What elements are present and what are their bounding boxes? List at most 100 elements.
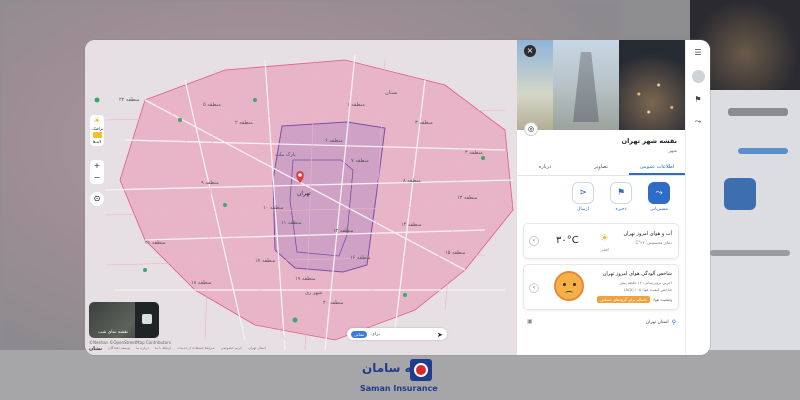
sun-icon[interactable]: ☀ — [92, 117, 102, 125]
map-footer: نشان توسعه دهندگان درباره ما ارتباط با م… — [89, 346, 266, 352]
map-label: منطقه ۵ — [203, 102, 221, 108]
air-quality-face-icon — [554, 271, 584, 301]
air-index: شاخص کیفیت هوا: ۱۰۵ (AQI) — [624, 287, 672, 292]
layers-label[interactable]: لایه‌ها — [92, 139, 102, 144]
right-rail: ☰ ⚑ ⤳ — [685, 40, 710, 355]
map-label: منطقه ۲۲ — [119, 97, 140, 103]
map-label: منطقه ۱۰ — [263, 205, 284, 211]
footer-link[interactable]: استان تهران — [248, 346, 266, 352]
footer-link[interactable]: درباره ما — [136, 346, 149, 352]
night-map-thumbnail[interactable]: نقشه نمای شب — [89, 302, 159, 338]
weather-card[interactable]: آب و هوای امروز تهران دمای محسوس: ۲۲°C ☀… — [523, 223, 679, 259]
zoom-in-button[interactable]: + — [94, 160, 101, 172]
map-label: منطقه ۱۱ — [281, 220, 302, 226]
footer-link[interactable]: شرایط استفاده از خدمات — [177, 346, 215, 352]
close-icon[interactable]: × — [524, 45, 536, 57]
saman-insurance-logo: بیمه سامان Saman Insurance — [358, 358, 446, 398]
map-label: منطقه ۱۵ — [445, 250, 466, 256]
action-buttons: ⤳ مسیریابی ⚑ ذخیره ⋖ ارسال — [517, 182, 685, 212]
air-status-label: وضعیت هوا: — [652, 297, 672, 302]
copy-icon[interactable]: ▣ — [527, 318, 533, 325]
map-label-city: تهران — [297, 190, 311, 197]
map-label: منطقه ۱۸ — [191, 280, 212, 286]
weather-title: آب و هوای امروز تهران — [623, 231, 672, 237]
weather-condition: آفتابی — [600, 248, 609, 252]
location-row[interactable]: ⚲ استان تهران ▣ — [523, 316, 679, 328]
air-quality-card[interactable]: شاخص آلودگی هوای امروز تهران اخرین بروزر… — [523, 264, 679, 310]
map-label: منطقه ۸ — [403, 178, 421, 184]
map-label: شهر ری — [305, 290, 323, 296]
map-label: پارک ملت — [275, 152, 296, 158]
my-location-button[interactable]: ⊙ — [90, 192, 104, 206]
map-label: منطقه ۶ — [325, 138, 343, 144]
zoom-out-button[interactable]: − — [94, 172, 101, 184]
map-label: منطقه ۱ — [347, 102, 365, 108]
air-status-badge: ناسالم برای گروه‌های حساس — [597, 296, 650, 303]
tab-general-info[interactable]: اطلاعات عمومی — [629, 160, 685, 175]
map-tools: ☀ ترافیک لایه‌ها — [90, 115, 104, 146]
map-attribution: ©Neshan ©OpenStreetMap Contributors — [89, 340, 171, 345]
tab-images[interactable]: تصاویر — [573, 160, 629, 175]
footer-logo[interactable]: نشان — [89, 346, 102, 352]
sun-icon: ☀ — [600, 233, 609, 244]
chevron-left-icon[interactable]: ‹ — [529, 283, 539, 293]
route-icon[interactable]: ⤳ — [695, 117, 701, 127]
panel-tabs: اطلاعات عمومی تصاویر درباره — [517, 160, 685, 176]
air-updated: اخرین بروزرسانی: ۱۴ دقیقه پیش — [619, 280, 672, 285]
place-title: نقشه شهر تهران — [621, 137, 677, 145]
map-label: منطقه ۱۹ — [295, 276, 316, 282]
map-label: منطقه ۹ — [201, 180, 219, 186]
map-label: منطقه ۲۱ — [145, 240, 166, 246]
map-label: منطقه ۱۷ — [255, 258, 276, 264]
zoom-control: + − — [90, 160, 104, 184]
route-icon[interactable]: ⤳ — [648, 182, 670, 204]
map-canvas[interactable]: منطقه ۲۲ منطقه ۵ منطقه ۲ منطقه ۱ منطقه ۳… — [85, 40, 517, 355]
photo-azadi-tower[interactable] — [553, 40, 619, 130]
air-status-row: وضعیت هوا: ناسالم برای گروه‌های حساس — [597, 296, 672, 303]
map-label: منطقه ۱۴ — [401, 222, 422, 228]
air-title: شاخص آلودگی هوای امروز تهران — [602, 271, 672, 277]
brand-mark-icon — [410, 359, 432, 381]
map-label: منطقه ۳ — [415, 120, 433, 126]
place-type: شهر — [668, 149, 677, 154]
location-text: استان تهران — [645, 319, 669, 325]
mouse-cursor-icon: ➤ — [437, 331, 443, 339]
bookmark-icon[interactable]: ⚑ — [694, 95, 701, 105]
share-label: ارسال — [577, 207, 589, 212]
map-label: منطقه ۱۳ — [457, 195, 478, 201]
camera-icon[interactable]: ◎ — [524, 122, 538, 136]
chevron-left-icon[interactable]: ‹ — [529, 236, 539, 246]
search-pill[interactable]: نشانی — [351, 330, 368, 338]
save-button[interactable]: ⚑ ذخیره — [609, 182, 633, 212]
share-icon[interactable]: ⋖ — [572, 182, 594, 204]
footer-link[interactable]: ارتباط با ما — [155, 346, 171, 352]
night-mode-icon — [135, 302, 159, 338]
footer-link[interactable]: توسعه دهندگان — [108, 346, 130, 352]
app-window: منطقه ۲۲ منطقه ۵ منطقه ۲ منطقه ۱ منطقه ۳… — [85, 40, 710, 355]
footer-link[interactable]: حریم خصوصی — [221, 346, 242, 352]
bookmark-icon[interactable]: ⚑ — [610, 182, 632, 204]
photo-gallery[interactable] — [517, 40, 685, 130]
map-label: منطقه ۲۰ — [323, 300, 344, 306]
route-button[interactable]: ⤳ مسیریابی — [647, 182, 671, 212]
menu-icon[interactable]: ☰ — [694, 48, 701, 58]
brand-name-en: Saman Insurance — [360, 384, 438, 393]
layers-icon[interactable] — [92, 132, 102, 138]
map-label: منطقه ۱۲ — [333, 228, 354, 234]
save-label: ذخیره — [615, 207, 627, 212]
map-label: منطقه ۴ — [465, 150, 483, 156]
weather-detail: دمای محسوس: ۲۲°C — [635, 240, 673, 245]
place-panel: × ◎ نقشه شهر تهران شهر اطلاعات عمومی تصا… — [517, 40, 685, 355]
photo-night-city[interactable] — [619, 40, 685, 130]
map-search-bar[interactable]: نشانی برای — [347, 328, 447, 340]
map-label: منطقه ۷ — [351, 158, 369, 164]
map-pin-icon: ⚲ — [671, 318, 676, 326]
route-label: مسیریابی — [650, 207, 668, 212]
thumbnail-label: نقشه نمای شب — [98, 330, 128, 335]
traffic-toggle-label[interactable]: ترافیک — [92, 126, 103, 131]
tab-about[interactable]: درباره — [517, 160, 573, 175]
avatar[interactable] — [691, 70, 705, 83]
weather-temperature: ۳۰°C — [556, 235, 579, 246]
search-text: برای — [371, 331, 380, 337]
share-button[interactable]: ⋖ ارسال — [571, 182, 595, 212]
